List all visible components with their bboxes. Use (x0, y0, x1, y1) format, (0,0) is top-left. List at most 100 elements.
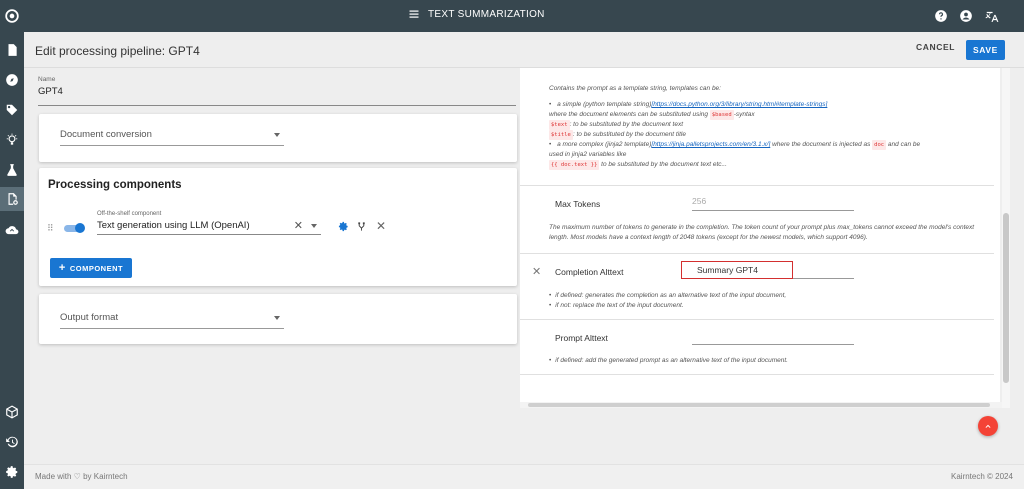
processing-components-card: Processing components ⠿ Off-the-shelf co… (39, 168, 517, 286)
prompt-alttext-input[interactable] (692, 330, 854, 345)
left-pane: Name GPT4 Document conversion Processing… (24, 68, 526, 464)
divider (520, 253, 994, 254)
prompt-alttext-help: if defined: add the generated prompt as … (549, 356, 989, 366)
prompt-help-b2-text: a more complex (jinja2 template) (557, 141, 652, 148)
page-title: Edit processing pipeline: GPT4 (35, 44, 200, 58)
prompt-help-b2-mid: where the document is injected as (772, 141, 871, 148)
app-title-group[interactable]: TEXT SUMMARIZATION (408, 8, 545, 20)
python-template-link[interactable]: [https://docs.python.org/3/library/strin… (651, 101, 827, 108)
prompt-help-b1-line2-pre: where the document elements can be subst… (549, 111, 708, 118)
chevron-down-icon[interactable] (311, 224, 317, 228)
prompt-help-b2-post: and can be (887, 141, 921, 148)
vertical-scrollbar[interactable] (1002, 68, 1010, 408)
prompt-help-b1-line2: where the document elements can be subst… (549, 110, 989, 120)
component-settings-gear-icon[interactable] (337, 220, 349, 232)
prompt-help-text: Contains the prompt as a template string… (549, 84, 989, 170)
code-doc: doc (872, 140, 887, 150)
document-conversion-select[interactable]: Document conversion (60, 129, 284, 146)
code-title-desc: : to be substituted by the document titl… (572, 131, 686, 138)
component-fork-icon[interactable] (355, 220, 367, 232)
component-select-label: Off-the-shelf component (97, 211, 162, 217)
menu-icon[interactable] (408, 8, 420, 20)
document-icon[interactable] (4, 42, 20, 58)
max-tokens-input[interactable]: 256 (692, 196, 854, 211)
cube-icon[interactable] (4, 404, 20, 420)
max-tokens-help: The maximum number of tokens to generate… (549, 224, 975, 241)
prompt-help-title-var: $title: to be substituted by the documen… (549, 130, 989, 140)
code-title: $title (549, 130, 573, 140)
content-area: Name GPT4 Document conversion Processing… (24, 68, 1024, 464)
horizontal-scrollbar[interactable] (520, 402, 1002, 408)
code-text: $text (549, 120, 570, 130)
chevron-down-icon (274, 316, 280, 320)
prompt-alttext-label: Prompt Alttext (555, 333, 608, 343)
name-field[interactable]: Name GPT4 (38, 76, 516, 106)
chevron-up-icon (985, 424, 991, 428)
processing-components-title: Processing components (48, 179, 182, 191)
save-button[interactable]: SAVE (966, 40, 1005, 60)
component-parameters-panel: Contains the prompt as a template string… (520, 68, 1000, 408)
document-conversion-card: Document conversion (39, 114, 517, 162)
footer-copyright: Kairntech © 2024 (951, 472, 1013, 481)
clear-icon[interactable]: ✕ (294, 219, 303, 232)
name-field-label: Name (38, 76, 56, 83)
app-title: TEXT SUMMARIZATION (428, 8, 545, 20)
add-component-button[interactable]: + COMPONENT (50, 258, 132, 278)
prompt-alttext-help-1: if defined: add the generated prompt as … (549, 356, 989, 366)
output-format-label: Output format (60, 312, 119, 323)
prompt-help-intro: Contains the prompt as a template string… (549, 85, 721, 92)
prompt-help-b1-text: a simple (python template string) (557, 101, 652, 108)
pipeline-doc-icon[interactable] (0, 187, 24, 211)
divider (520, 185, 994, 186)
plus-icon: + (58, 262, 66, 274)
add-component-label: COMPONENT (69, 263, 124, 273)
flask-icon[interactable] (4, 162, 20, 178)
completion-alttext-help: if defined: generates the completion as … (549, 291, 989, 311)
footer: Made with ♡ by Kairntech Kairntech © 202… (24, 464, 1024, 489)
tag-icon[interactable] (4, 102, 20, 118)
max-tokens-label: Max Tokens (555, 199, 601, 209)
component-enable-toggle[interactable] (64, 223, 85, 233)
code-doc-text-desc: to be substituted by the document text e… (601, 161, 727, 168)
page-header: Edit processing pipeline: GPT4 CANCEL SA… (24, 32, 1024, 68)
completion-alttext-help-1: if defined: generates the completion as … (549, 291, 989, 301)
clear-completion-alttext-icon[interactable]: ✕ (532, 265, 541, 278)
translate-icon[interactable] (985, 9, 999, 23)
settings-icon[interactable] (4, 464, 20, 480)
drag-handle-icon[interactable]: ⠿ (47, 223, 54, 233)
history-icon[interactable] (4, 434, 20, 450)
account-icon[interactable] (959, 9, 973, 23)
document-conversion-label: Document conversion (60, 129, 152, 140)
output-format-card: Output format (39, 294, 517, 344)
cancel-button[interactable]: CANCEL (916, 42, 955, 52)
app-logo-icon[interactable] (4, 8, 20, 24)
compass-icon[interactable] (4, 72, 20, 88)
completion-alttext-label: Completion Alttext (555, 267, 624, 277)
output-format-select[interactable]: Output format (60, 312, 284, 329)
top-app-bar: TEXT SUMMARIZATION (24, 0, 1024, 32)
completion-alttext-help-2: if not: replace the text of the input do… (549, 301, 989, 311)
scroll-to-top-button[interactable] (978, 416, 998, 436)
code-doc-text: {{ doc.text }} (549, 160, 600, 170)
divider (520, 319, 994, 320)
prompt-help-doctext: {{ doc.text }} to be substituted by the … (549, 160, 989, 170)
prompt-help-text-var: $text: to be substituted by the document… (549, 120, 989, 130)
jinja-link[interactable]: [https://jinja.palletsprojects.com/en/3.… (651, 141, 770, 148)
cloud-sync-icon[interactable] (4, 222, 20, 238)
prompt-help-b1-line2-post: -syntax (733, 111, 755, 118)
component-select[interactable]: Text generation using LLM (OpenAI) ✕ (97, 220, 321, 235)
chevron-down-icon (274, 133, 280, 137)
component-select-value: Text generation using LLM (OpenAI) (97, 220, 250, 231)
left-nav-rail (0, 0, 24, 489)
code-based: $based (709, 110, 734, 120)
footer-made-with: Made with ♡ by Kairntech (35, 472, 128, 481)
prompt-help-b2-line2: used in jinja2 variables like (549, 151, 627, 158)
help-icon[interactable] (934, 9, 948, 23)
remove-component-icon[interactable]: ✕ (375, 219, 387, 233)
completion-alttext-input[interactable]: Summary GPT4 (681, 261, 793, 279)
lightbulb-icon[interactable] (4, 132, 20, 148)
prompt-help-bullet-2: a more complex (jinja2 template)[https:/… (549, 140, 989, 150)
name-field-value[interactable]: GPT4 (38, 86, 516, 97)
divider (520, 374, 994, 375)
prompt-help-bullet-1: a simple (python template string)[https:… (549, 100, 989, 110)
